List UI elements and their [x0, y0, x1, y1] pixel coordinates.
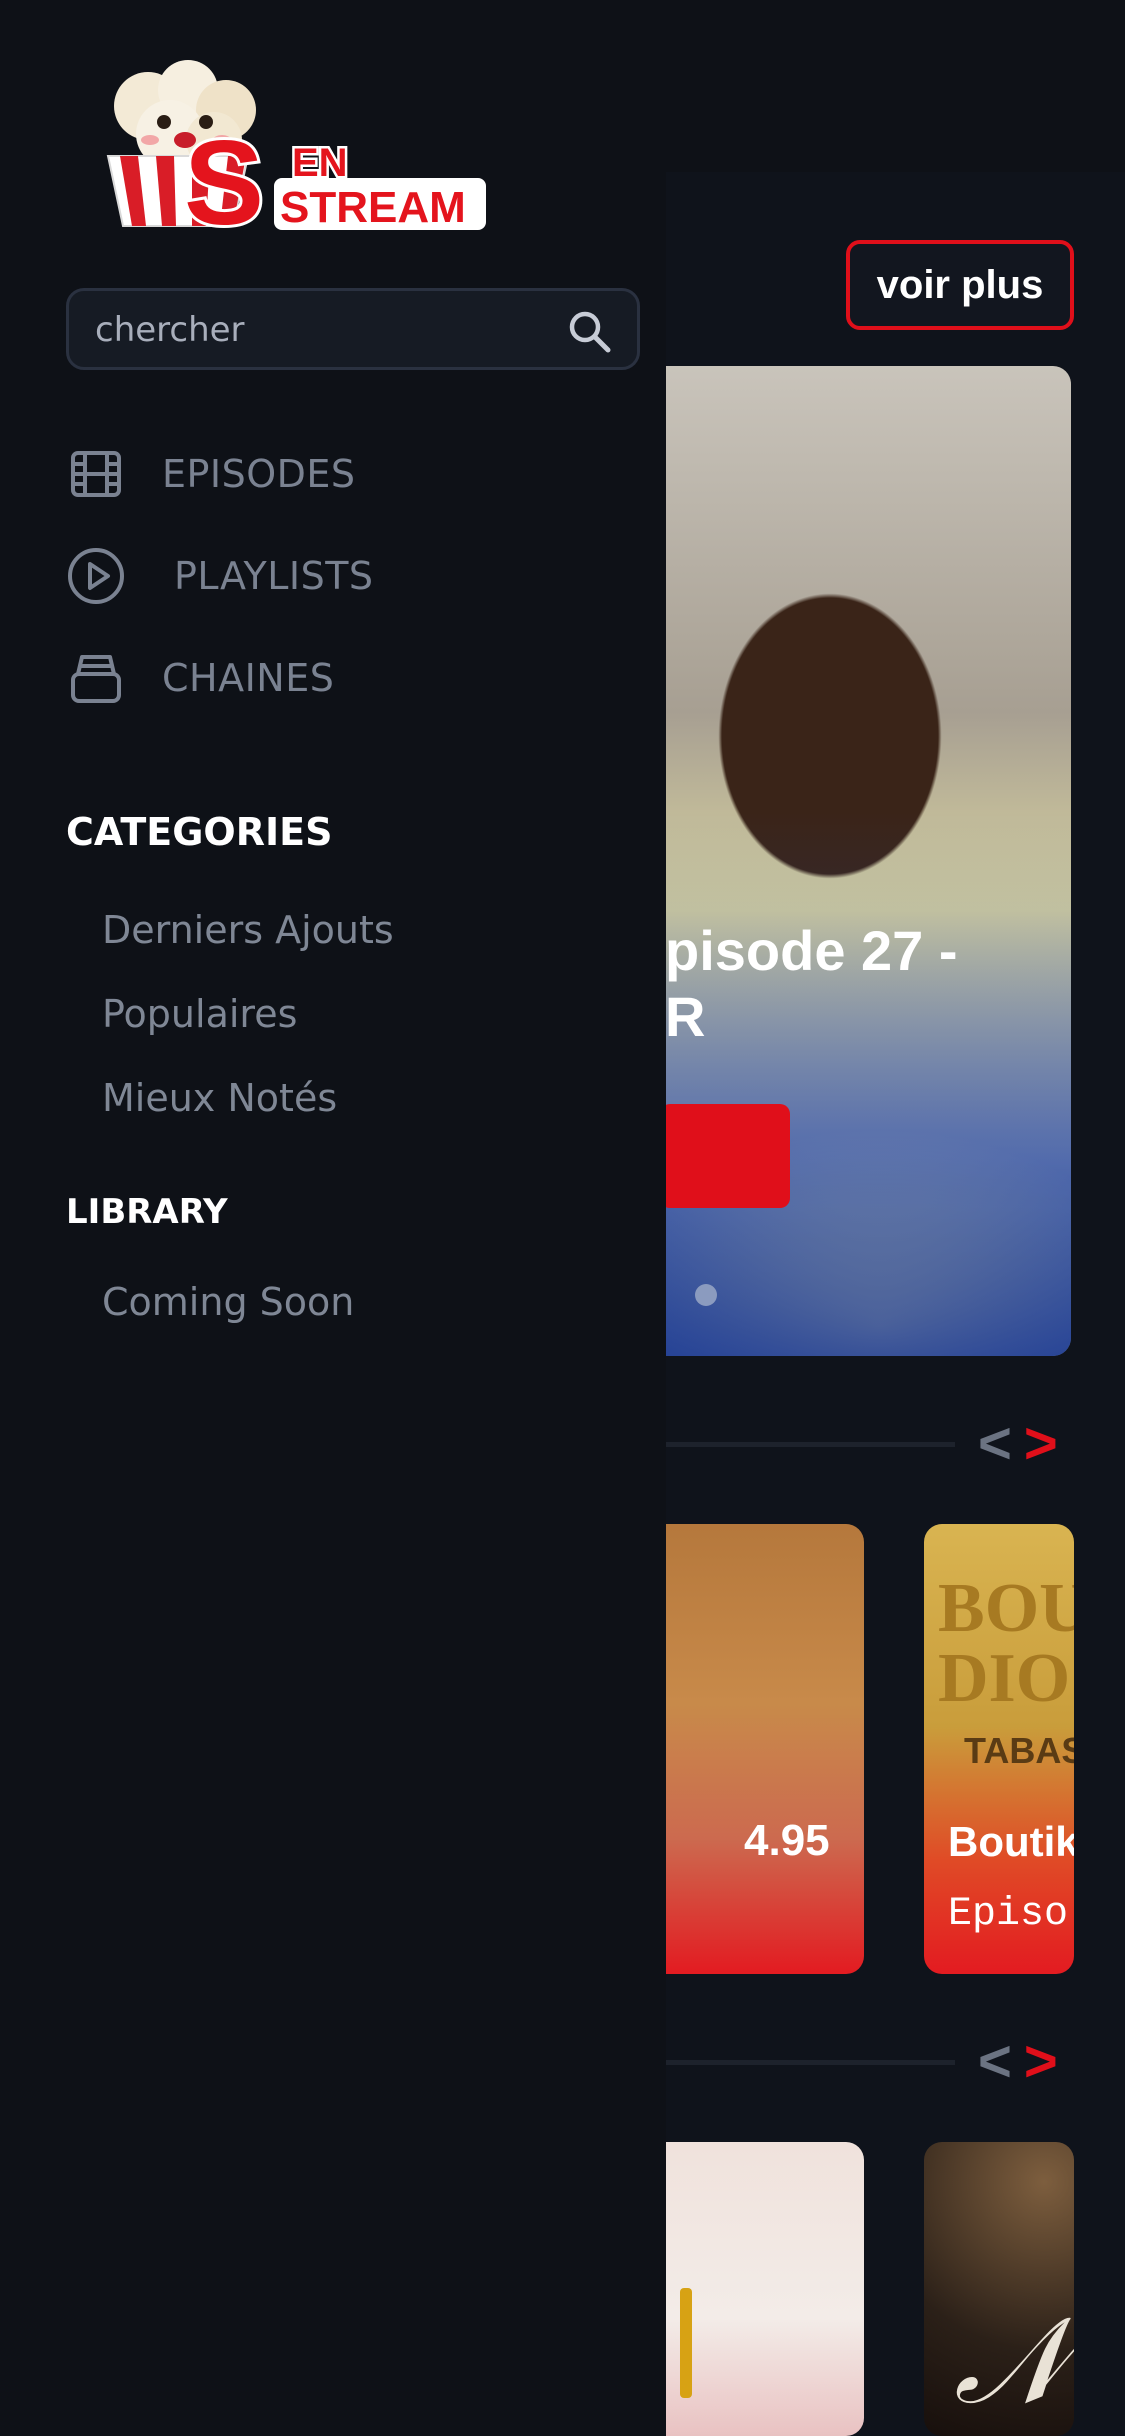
nav-item-label: PLAYLISTS	[174, 554, 374, 598]
video-card[interactable]: BOU DIO TABASI Boutik Episo	[924, 1524, 1074, 1974]
category-derniers-ajouts[interactable]: Derniers Ajouts	[102, 908, 394, 952]
search-field[interactable]	[66, 288, 640, 370]
library-coming-soon[interactable]: Coming Soon	[102, 1280, 354, 1324]
thumbnail-image: 𝒩	[954, 2292, 1069, 2431]
logo-word-stream: STREAM	[280, 183, 466, 232]
hero-title: pisode 27 - R	[665, 918, 1071, 1050]
library-heading: LIBRARY	[66, 1192, 228, 1232]
category-populaires[interactable]: Populaires	[102, 992, 297, 1036]
film-icon	[66, 444, 126, 504]
video-card[interactable]: 𝒩	[924, 2142, 1074, 2436]
thumbnail-logo-text: BOU DIO	[938, 1570, 1074, 1717]
hero-title-line-1: pisode 27 -	[665, 919, 958, 982]
nav-item-playlists[interactable]: PLAYLISTS	[66, 546, 374, 606]
sen-stream-logo[interactable]: S EN STREAM	[88, 56, 488, 236]
search-input[interactable]	[93, 291, 557, 369]
carousel-dot[interactable]	[695, 1284, 717, 1306]
nav-item-label: CHAINES	[162, 656, 335, 700]
drawer-header-extension	[666, 0, 1125, 172]
next-arrow-button[interactable]: >	[1024, 1411, 1058, 1476]
hero-watch-button[interactable]	[660, 1104, 790, 1208]
prev-arrow-button[interactable]: <	[978, 2029, 1012, 2094]
play-circle-icon	[66, 546, 126, 606]
voir-plus-button[interactable]: voir plus	[846, 240, 1074, 330]
row-arrows: < >	[978, 2028, 1058, 2095]
prev-arrow-button[interactable]: <	[978, 1411, 1012, 1476]
nav-item-episodes[interactable]: EPISODES	[66, 444, 356, 504]
categories-heading: CATEGORIES	[66, 810, 333, 854]
thumbnail-logo-subtitle: TABASI	[964, 1730, 1074, 1771]
next-arrow-button[interactable]: >	[1024, 2029, 1058, 2094]
stack-icon	[66, 648, 126, 708]
thumbnail-detail	[680, 2288, 692, 2398]
search-icon[interactable]	[565, 307, 613, 355]
nav-item-chaines[interactable]: CHAINES	[66, 648, 334, 708]
card-subtitle: Episo	[948, 1892, 1069, 1937]
category-mieux-notes[interactable]: Mieux Notés	[102, 1076, 337, 1120]
row-arrows: < >	[978, 1410, 1058, 1477]
rating-value: 4.95	[744, 1816, 830, 1865]
nav-item-label: EPISODES	[162, 452, 356, 496]
side-drawer: S EN STREAM EPISODES	[0, 0, 666, 2436]
hero-title-line-2: R	[665, 985, 706, 1048]
card-title: Boutik	[948, 1818, 1074, 1865]
logo-letter-s: S	[184, 116, 264, 236]
